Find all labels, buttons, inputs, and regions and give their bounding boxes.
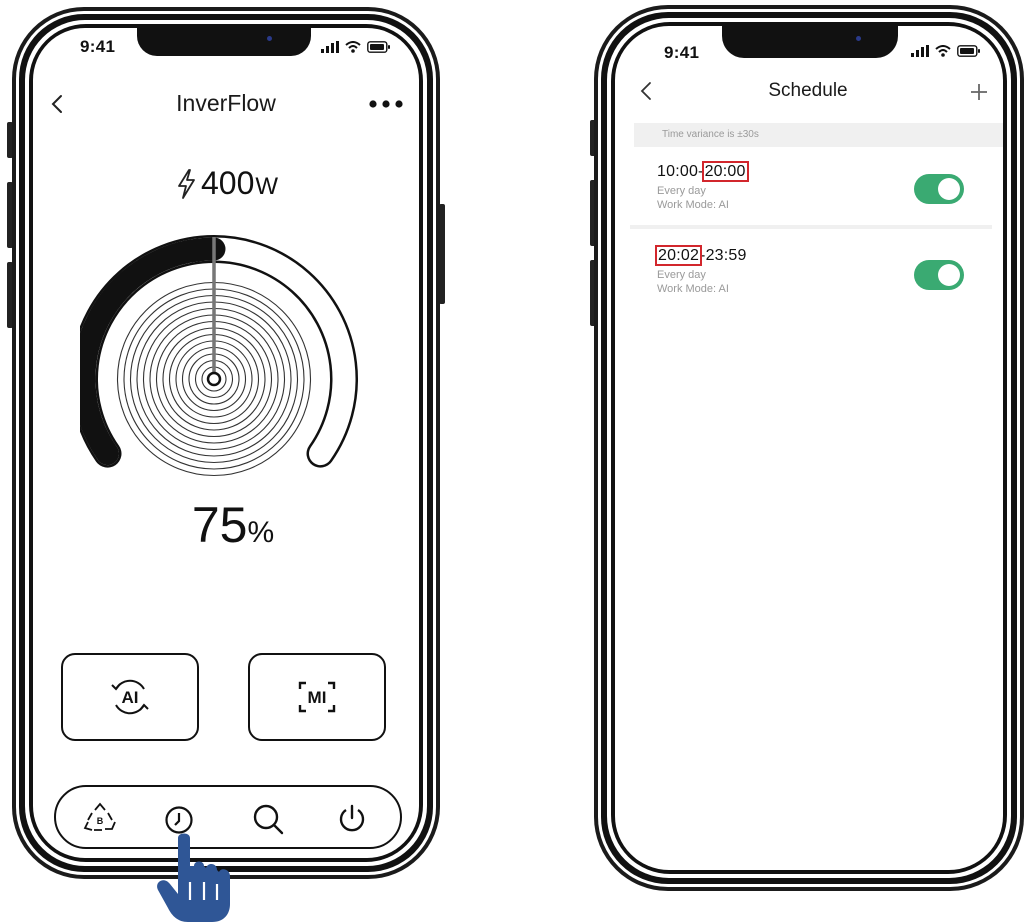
lightning-icon bbox=[178, 168, 195, 199]
schedule-start-time: 10:00 bbox=[657, 163, 699, 180]
level-percent-unit: % bbox=[247, 516, 275, 549]
row-divider bbox=[630, 225, 992, 229]
ai-mode-button[interactable]: AI bbox=[61, 653, 199, 741]
schedule-toggle[interactable] bbox=[914, 174, 964, 204]
add-schedule-icon[interactable] bbox=[970, 83, 988, 101]
left-screen: 9:41 InverFlow 400 W 75% AI MI B bbox=[33, 28, 419, 858]
signal-icon bbox=[911, 45, 929, 57]
schedule-time-range: 20:02-23:59 bbox=[654, 245, 747, 266]
schedule-work-mode: Work Mode: AI bbox=[657, 283, 729, 295]
status-icons-right bbox=[911, 45, 981, 57]
recycle-b-icon[interactable]: B bbox=[83, 802, 117, 834]
status-time-right: 9:41 bbox=[664, 43, 700, 62]
right-screen: 9:41 Schedule Time variance is ±30s 10:0… bbox=[615, 26, 1003, 870]
wifi-icon bbox=[345, 41, 361, 53]
schedule-repeat: Every day bbox=[657, 185, 706, 197]
app-title: InverFlow bbox=[176, 90, 276, 116]
power-value: 400 bbox=[201, 165, 255, 201]
level-percent-value: 75 bbox=[191, 497, 248, 553]
mi-mode-button[interactable]: MI bbox=[248, 653, 386, 741]
schedule-row[interactable]: 20:02-23:59 Every day Work Mode: AI bbox=[615, 233, 1003, 309]
battery-icon bbox=[957, 45, 980, 57]
signal-icon bbox=[321, 41, 339, 53]
status-time: 9:41 bbox=[80, 37, 116, 56]
schedule-end-time-highlighted: 20:00 bbox=[701, 161, 749, 182]
schedule-end-time: 23:59 bbox=[705, 247, 747, 264]
level-readout: 75% bbox=[33, 496, 419, 554]
ai-cycle-icon: AI bbox=[111, 679, 149, 715]
status-icons bbox=[321, 41, 391, 53]
left-phone: 9:41 InverFlow 400 W 75% AI MI B bbox=[6, 4, 446, 884]
schedule-work-mode: Work Mode: AI bbox=[657, 199, 729, 211]
gauge-hub bbox=[206, 371, 222, 387]
toggle-knob bbox=[938, 264, 960, 286]
pointing-hand-icon bbox=[157, 833, 230, 922]
mi-frame-icon: MI bbox=[298, 681, 336, 713]
time-variance-note: Time variance is ±30s bbox=[634, 123, 1003, 147]
notch bbox=[137, 28, 311, 56]
wifi-icon bbox=[935, 45, 951, 57]
recycle-letter: B bbox=[97, 816, 104, 826]
schedule-start-time-highlighted: 20:02 bbox=[654, 245, 703, 266]
schedule-row[interactable]: 10:00-20:00 Every day Work Mode: AI bbox=[615, 149, 1003, 225]
power-icon[interactable] bbox=[337, 803, 367, 833]
ai-label: AI bbox=[122, 688, 139, 707]
right-phone: 9:41 Schedule Time variance is ±30s 10:0… bbox=[588, 2, 1026, 894]
schedule-repeat: Every day bbox=[657, 269, 706, 281]
clock-icon[interactable] bbox=[164, 805, 194, 835]
battery-icon bbox=[367, 41, 390, 53]
toggle-knob bbox=[938, 178, 960, 200]
search-icon[interactable] bbox=[252, 803, 286, 837]
power-gauge[interactable] bbox=[80, 233, 376, 489]
schedule-title: Schedule bbox=[768, 80, 848, 101]
schedule-time-range: 10:00-20:00 bbox=[657, 161, 749, 182]
schedule-toggle[interactable] bbox=[914, 260, 964, 290]
more-options-icon[interactable] bbox=[368, 99, 404, 109]
power-readout: 400 W bbox=[175, 165, 278, 202]
notch-right bbox=[722, 26, 898, 58]
mi-label: MI bbox=[308, 688, 327, 707]
power-unit: W bbox=[255, 173, 279, 200]
